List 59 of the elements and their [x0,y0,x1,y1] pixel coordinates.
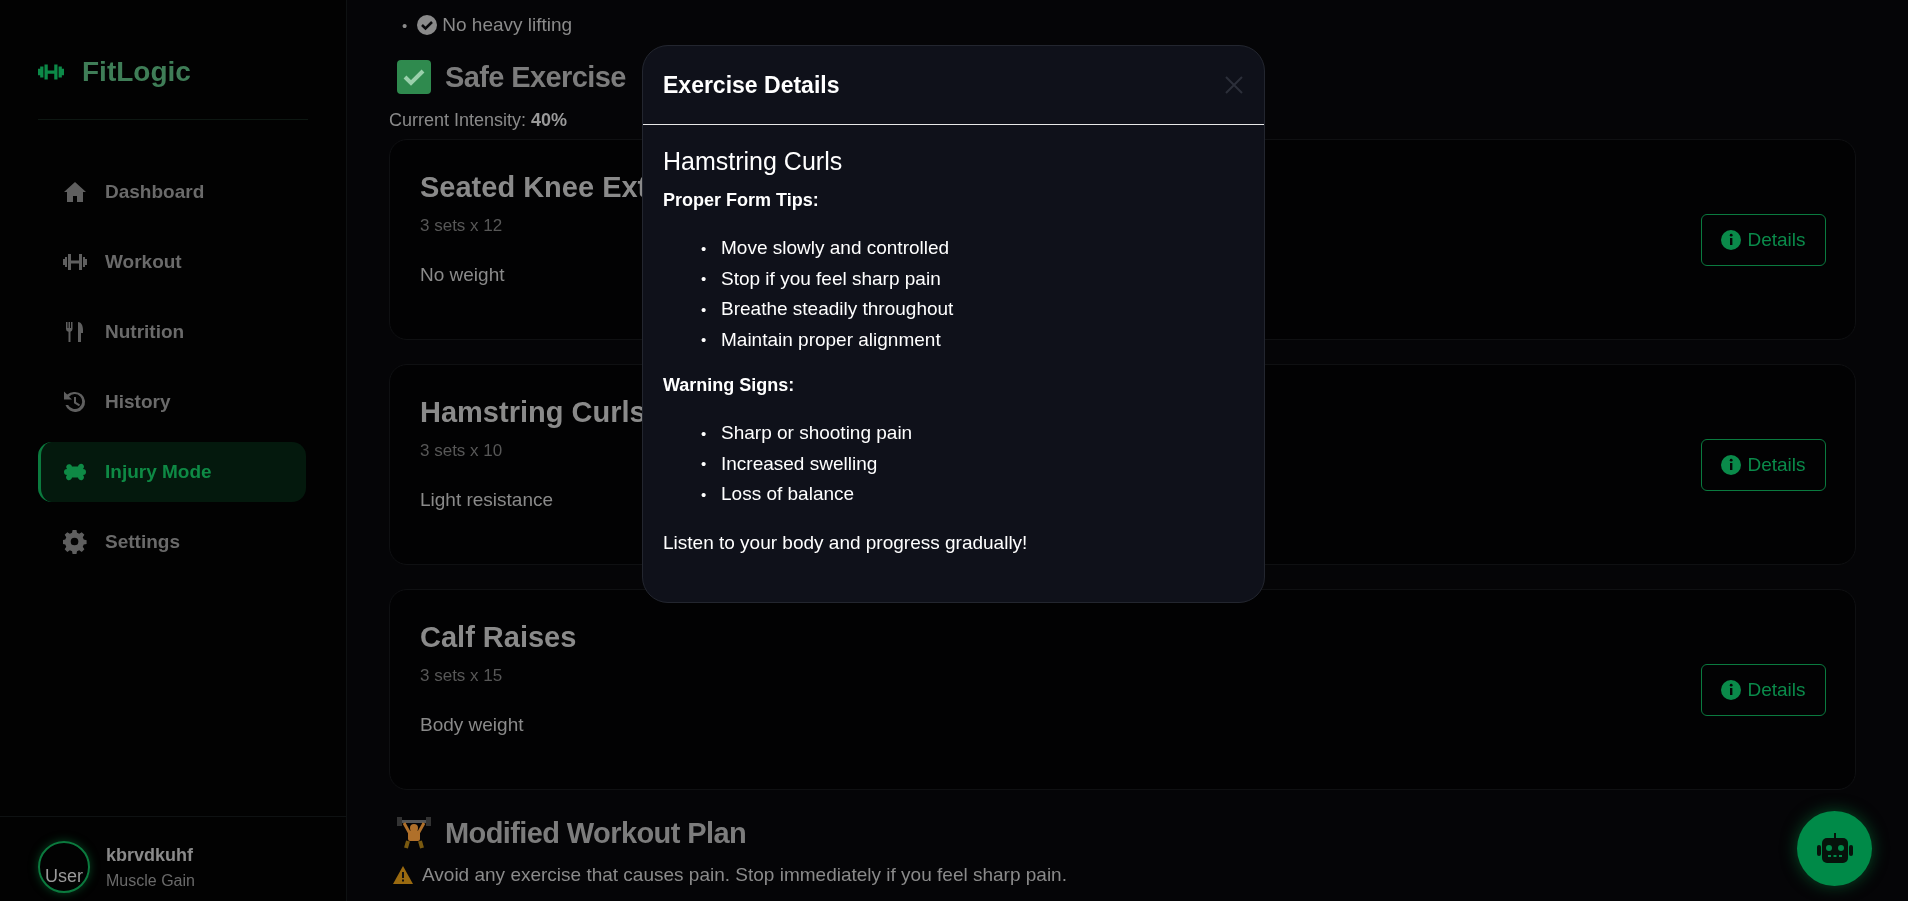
exercise-sets: 3 sets x 12 [420,216,504,236]
exercise-name: Hamstring Curls [663,147,844,176]
robot-icon [1815,832,1854,865]
check-circle-icon [417,15,438,35]
details-button[interactable]: Details [1701,663,1826,716]
list-item: Increased swelling [721,451,878,476]
list-item: Move slowly and controlled [721,236,950,261]
bullet: • [701,270,708,288]
nav-item[interactable]: Nutrition [38,302,306,362]
footer-text: Listen to your body and progress gradually! [663,531,1029,554]
exercise-name: Calf Raises [420,621,577,654]
gear-icon [63,530,87,554]
bullet: • [402,16,408,34]
exercise-sets: 3 sets x 10 [420,441,504,461]
dumbbell-icon [38,63,64,81]
list-item: Maintain proper alignment [721,327,941,352]
section-label: Warning Signs: [663,375,796,396]
check-box-icon [397,60,431,94]
details-button[interactable]: Details [1701,438,1826,491]
restriction-text: No heavy lifting [442,14,573,36]
bullet: • [701,424,708,442]
nav-item[interactable]: Injury Mode [38,442,306,502]
modal-title: Exercise Details [663,71,840,99]
bullet: • [701,239,708,257]
section-label: Proper Form Tips: [663,190,820,211]
details-button[interactable]: Details [1701,213,1826,266]
user-goal: Muscle Gain [106,871,195,890]
bullet: • [701,485,708,503]
info-icon [1721,454,1742,475]
warning-icon [393,866,413,884]
bullet: • [701,455,708,473]
info-icon [1721,679,1742,700]
nav-item[interactable]: Workout [38,232,306,292]
home-icon [63,180,87,204]
user-name: kbrvdkuhf [106,844,194,866]
info-icon [1721,229,1742,250]
intensity-text: Current Intensity: 40% [389,110,569,131]
chatbot-button[interactable] [1797,811,1872,886]
history-icon [63,390,87,414]
nav-item[interactable]: Dashboard [38,162,306,222]
warning-text: Avoid any exercise that causes pain. Stop immediately if you feel sharp pain. [422,864,1067,886]
list-item: Breathe steadily throughout [721,297,954,322]
section-heading: Safe Exercise [445,60,626,94]
list-item: Sharp or shooting pain [721,421,913,446]
user-avatar[interactable]: User [38,841,90,893]
weightlifter-icon [397,816,431,850]
exercise-name: Hamstring Curls [420,396,646,429]
list-item: Loss of balance [721,482,855,507]
list-item: Stop if you feel sharp pain [721,266,941,291]
exercise-note: Body weight [420,714,525,736]
section-heading: Modified Workout Plan [445,816,747,850]
brand-name: FitLogic [82,56,191,88]
bullet: • [701,300,708,318]
nav-item[interactable]: History [38,372,306,432]
exercise-sets: 3 sets x 15 [420,666,504,686]
bullet: • [701,331,708,349]
nav-item[interactable]: Settings [38,512,306,572]
exercise-note: Light resistance [420,489,555,511]
exercise-note: No weight [420,264,506,286]
